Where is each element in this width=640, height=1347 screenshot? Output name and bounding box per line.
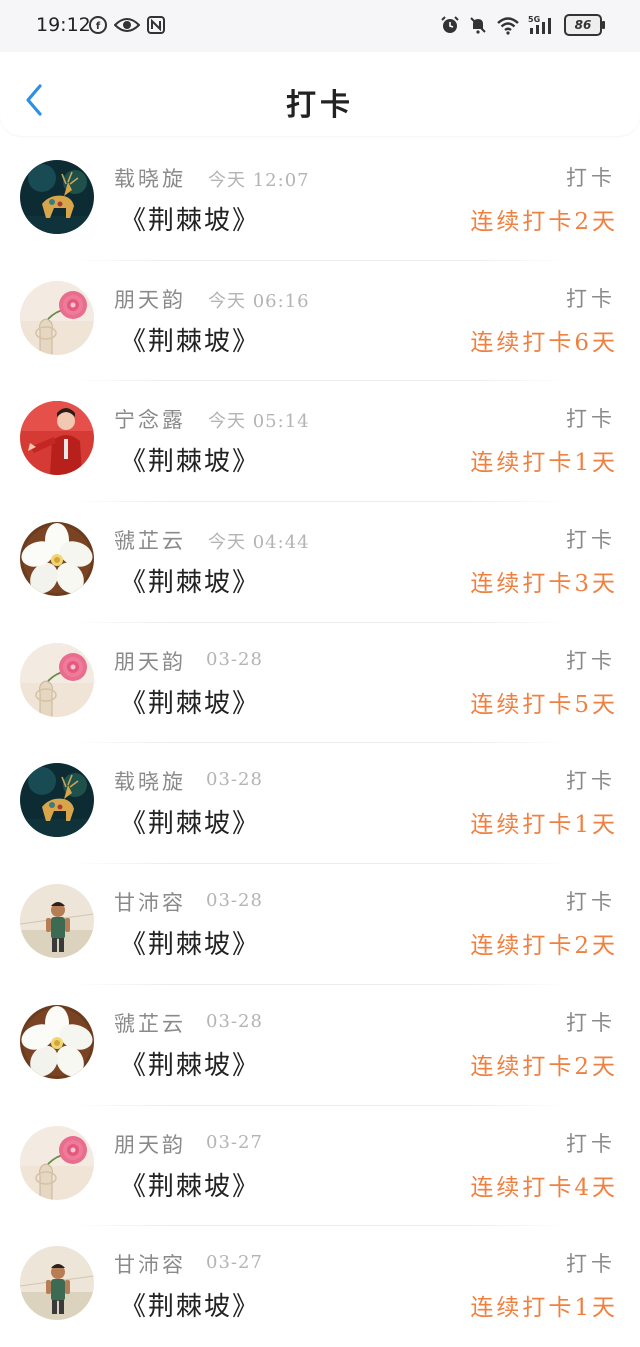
book-title: 《荆棘坡》 xyxy=(120,326,261,357)
signal-5g-icon: 5G xyxy=(528,15,551,34)
post-time: 今天 06:16 xyxy=(208,290,310,312)
avatar[interactable] xyxy=(20,160,94,234)
list-item[interactable]: 载晓旋 03-28 《荆棘坡》 打卡 连续打卡1天 xyxy=(0,743,640,865)
book-title: 《荆棘坡》 xyxy=(120,1050,261,1081)
status-time: 19:12 xyxy=(36,14,91,36)
streak-count: 连续打卡5天 xyxy=(470,691,618,718)
user-name[interactable]: 甘沛容 xyxy=(114,887,186,917)
post-time: 03-27 xyxy=(206,1252,263,1274)
alarm-icon xyxy=(441,16,459,33)
list-item[interactable]: 朋天韵 今天 06:16 《荆棘坡》 打卡 连续打卡6天 xyxy=(0,261,640,382)
checkin-type: 打卡 xyxy=(566,648,616,673)
list-item[interactable]: 朋天韵 03-28 《荆棘坡》 打卡 连续打卡5天 xyxy=(0,623,640,744)
avatar[interactable] xyxy=(20,1125,94,1200)
header: 打卡 xyxy=(0,52,640,136)
list-item[interactable]: 虢芷云 今天 04:44 《荆棘坡》 打卡 连续打卡3天 xyxy=(0,502,640,623)
checkin-type: 打卡 xyxy=(566,286,616,311)
streak-count: 连续打卡4天 xyxy=(470,1174,618,1201)
avatar[interactable] xyxy=(20,763,94,838)
avatar[interactable] xyxy=(20,522,94,597)
user-name[interactable]: 虢芷云 xyxy=(114,525,186,555)
page-title: 打卡 xyxy=(286,88,354,123)
checkin-type: 打卡 xyxy=(566,407,616,432)
post-time: 03-28 xyxy=(206,890,263,912)
eye-icon xyxy=(114,18,140,32)
book-title: 《荆棘坡》 xyxy=(120,447,261,478)
streak-count: 连续打卡1天 xyxy=(470,812,618,839)
checkin-type: 打卡 xyxy=(566,1010,616,1035)
book-title: 《荆棘坡》 xyxy=(120,930,261,961)
list-item[interactable]: 甘沛容 03-27 《荆棘坡》 打卡 连续打卡1天 xyxy=(0,1226,640,1347)
user-name[interactable]: 载晓旋 xyxy=(114,766,186,796)
post-time: 今天 05:14 xyxy=(208,411,310,433)
list-item[interactable]: 甘沛容 03-28 《荆棘坡》 打卡 连续打卡2天 xyxy=(0,864,640,985)
list-item[interactable]: 宁念露 今天 05:14 《荆棘坡》 打卡 连续打卡1天 xyxy=(0,381,640,503)
wifi-icon xyxy=(497,17,519,35)
avatar[interactable] xyxy=(20,884,94,959)
checkin-type: 打卡 xyxy=(566,1131,616,1156)
streak-count: 连续打卡3天 xyxy=(470,571,618,598)
streak-count: 连续打卡6天 xyxy=(470,329,618,356)
status-bar: 19:12 f 5G 86 xyxy=(0,0,640,52)
checkin-type: 打卡 xyxy=(566,890,616,915)
book-title: 《荆棘坡》 xyxy=(120,1292,261,1323)
checkin-type: 打卡 xyxy=(566,528,616,553)
streak-count: 连续打卡2天 xyxy=(470,933,618,960)
user-name[interactable]: 朋天韵 xyxy=(114,646,186,676)
book-title: 《荆棘坡》 xyxy=(120,1171,261,1202)
post-time: 今天 12:07 xyxy=(208,170,310,191)
list-item[interactable]: 虢芷云 03-28 《荆棘坡》 打卡 连续打卡2天 xyxy=(0,985,640,1106)
list-item[interactable]: 载晓旋 今天 12:07 《荆棘坡》 打卡 连续打卡2天 xyxy=(0,140,640,261)
post-time: 03-28 xyxy=(206,769,263,791)
user-name[interactable]: 虢芷云 xyxy=(114,1008,186,1038)
post-time: 03-28 xyxy=(206,1010,263,1032)
book-title: 《荆棘坡》 xyxy=(120,688,261,719)
streak-count: 连续打卡1天 xyxy=(470,450,618,477)
book-title: 《荆棘坡》 xyxy=(120,568,261,599)
user-name[interactable]: 载晓旋 xyxy=(114,163,186,193)
avatar[interactable] xyxy=(20,280,94,355)
checkin-type: 打卡 xyxy=(566,769,616,794)
notification-app-icon: f xyxy=(89,16,107,34)
avatar[interactable] xyxy=(20,642,94,717)
mute-bell-icon xyxy=(470,17,486,34)
avatar[interactable] xyxy=(20,401,94,476)
streak-count: 连续打卡2天 xyxy=(470,209,618,235)
avatar[interactable] xyxy=(20,1246,94,1321)
checkin-type: 打卡 xyxy=(566,1252,616,1277)
post-time: 今天 04:44 xyxy=(208,532,310,554)
battery-icon: 86 xyxy=(564,14,605,36)
streak-count: 连续打卡2天 xyxy=(470,1053,618,1080)
book-title: 《荆棘坡》 xyxy=(120,206,261,236)
checkin-list: 载晓旋 今天 12:07 《荆棘坡》 打卡 连续打卡2天 朋天韵 今天 06:1… xyxy=(0,140,640,1347)
user-name[interactable]: 朋天韵 xyxy=(114,284,186,314)
streak-count: 连续打卡1天 xyxy=(470,1295,618,1322)
avatar[interactable] xyxy=(20,1004,94,1079)
list-item[interactable]: 朋天韵 03-27 《荆棘坡》 打卡 连续打卡4天 xyxy=(0,1106,640,1227)
user-name[interactable]: 宁念露 xyxy=(114,404,186,434)
status-right-icons: 5G 86 xyxy=(440,14,605,36)
user-name[interactable]: 甘沛容 xyxy=(114,1249,186,1279)
book-title: 《荆棘坡》 xyxy=(120,809,261,840)
checkin-type: 打卡 xyxy=(566,166,616,190)
nfc-icon xyxy=(147,16,165,34)
svg-text:f: f xyxy=(96,21,101,32)
status-left-icons: f xyxy=(88,15,166,35)
post-time: 03-28 xyxy=(206,648,263,670)
post-time: 03-27 xyxy=(206,1131,263,1153)
user-name[interactable]: 朋天韵 xyxy=(114,1129,186,1159)
svg-text:5G: 5G xyxy=(528,15,540,24)
